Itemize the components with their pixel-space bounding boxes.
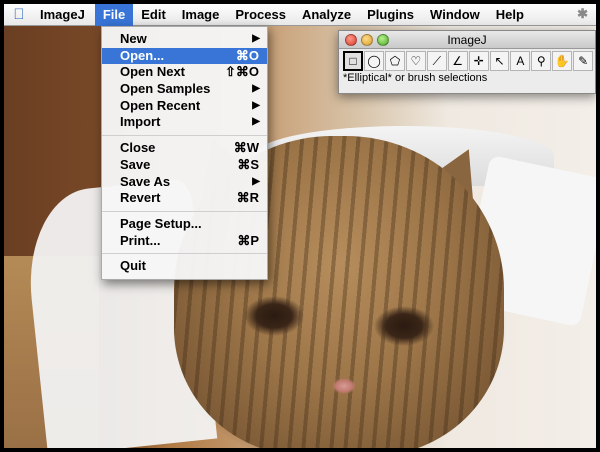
- imagej-toolbar-window: ImageJ □ ◯ ⬠ ♡ ⟋ ∠ ✛ ↖ A ⚲ ✋ ✎ *Elliptic…: [338, 30, 596, 94]
- menu-item-print[interactable]: Print... ⌘P: [102, 233, 267, 250]
- scroll-tool-icon[interactable]: ✋: [552, 51, 573, 71]
- menu-image[interactable]: Image: [174, 4, 228, 26]
- menu-item-label: Close: [120, 140, 156, 156]
- menu-item-label: Save As: [120, 173, 171, 189]
- shortcut-label: ⌘R: [236, 190, 259, 206]
- submenu-arrow-icon: ▶: [252, 33, 260, 44]
- text-tool-icon[interactable]: A: [510, 51, 531, 71]
- shortcut-label: ⌘P: [237, 232, 259, 248]
- menu-process[interactable]: Process: [227, 4, 294, 26]
- menu-edit[interactable]: Edit: [133, 4, 174, 26]
- polygon-tool-icon[interactable]: ⬠: [385, 51, 405, 71]
- menu-item-label: Save: [120, 156, 151, 172]
- shortcut-label: ⌘S: [237, 156, 259, 172]
- menu-item-label: Open Samples: [120, 81, 211, 97]
- shortcut-label: ⌘O: [235, 47, 259, 63]
- window-title: ImageJ: [447, 33, 487, 47]
- menu-file[interactable]: File: [94, 4, 134, 26]
- minimize-window-icon[interactable]: [361, 34, 373, 46]
- menu-help[interactable]: Help: [488, 4, 532, 26]
- menu-item-label: Page Setup...: [120, 215, 202, 231]
- rectangle-tool-icon[interactable]: □: [343, 51, 364, 71]
- wand-tool-icon[interactable]: ↖: [489, 51, 510, 71]
- apple-icon[interactable]: : [4, 6, 34, 23]
- close-window-icon[interactable]: [345, 34, 357, 46]
- menu-item-label: Quit: [120, 258, 146, 274]
- zoom-window-icon[interactable]: [377, 34, 389, 46]
- app-menu[interactable]: ImageJ: [34, 4, 95, 26]
- dropper-tool-icon[interactable]: ✎: [573, 51, 594, 71]
- window-titlebar[interactable]: ImageJ: [339, 31, 595, 49]
- menu-item-quit[interactable]: Quit: [102, 258, 267, 275]
- menu-item-label: New: [120, 31, 147, 46]
- menu-item-label: Import: [120, 114, 161, 130]
- menu-item-label: Revert: [120, 190, 161, 206]
- menu-separator: [102, 135, 267, 137]
- menu-item-label: Print...: [120, 232, 161, 248]
- menu-item-open-samples[interactable]: Open Samples ▶: [102, 81, 267, 98]
- submenu-arrow-icon: ▶: [252, 175, 260, 187]
- oval-tool-icon[interactable]: ◯: [364, 51, 385, 71]
- menu-item-revert[interactable]: Revert ⌘R: [102, 190, 267, 207]
- menu-item-import[interactable]: Import ▶: [102, 114, 267, 131]
- menu-item-open[interactable]: Open... ⌘O: [102, 47, 267, 65]
- menu-plugins[interactable]: Plugins: [359, 4, 422, 26]
- submenu-arrow-icon: ▶: [252, 116, 260, 128]
- magnifier-tool-icon[interactable]: ⚲: [531, 51, 552, 71]
- angle-tool-icon[interactable]: ∠: [447, 51, 468, 71]
- bluetooth-icon[interactable]: ✱: [577, 6, 588, 22]
- menu-item-save[interactable]: Save ⌘S: [102, 157, 267, 174]
- menu-item-page-setup[interactable]: Page Setup...: [102, 216, 267, 233]
- shortcut-label: ⌘W: [233, 140, 259, 156]
- menu-analyze[interactable]: Analyze: [294, 4, 359, 26]
- menu-item-open-recent[interactable]: Open Recent ▶: [102, 98, 267, 115]
- screen-frame:  ImageJ File Edit Image Process Analyze…: [0, 0, 600, 452]
- menu-item-label: Open Recent: [120, 97, 201, 113]
- menu-separator: [102, 210, 267, 212]
- tool-palette: □ ◯ ⬠ ♡ ⟋ ∠ ✛ ↖ A ⚲ ✋ ✎: [339, 49, 595, 71]
- file-dropdown-menu: New ▶ Open... ⌘O Open Next ⇧⌘O Open Samp…: [101, 26, 268, 280]
- menu-item-open-next[interactable]: Open Next ⇧⌘O: [102, 64, 267, 81]
- submenu-arrow-icon: ▶: [252, 99, 260, 111]
- freehand-tool-icon[interactable]: ♡: [405, 51, 426, 71]
- menu-item-close[interactable]: Close ⌘W: [102, 140, 267, 157]
- shortcut-label: ⇧⌘O: [224, 64, 259, 80]
- submenu-arrow-icon: ▶: [252, 83, 260, 95]
- menu-window[interactable]: Window: [422, 4, 488, 26]
- status-bar: *Elliptical* or brush selections: [343, 72, 488, 84]
- menu-item-label: Open...: [120, 47, 165, 63]
- point-tool-icon[interactable]: ✛: [468, 51, 489, 71]
- menu-item-save-as[interactable]: Save As ▶: [102, 174, 267, 191]
- menu-bar:  ImageJ File Edit Image Process Analyze…: [4, 4, 596, 26]
- menu-item-label: Open Next: [120, 64, 186, 80]
- menu-item-new[interactable]: New ▶: [102, 31, 267, 48]
- menu-separator: [102, 253, 267, 255]
- line-tool-icon[interactable]: ⟋: [426, 51, 447, 71]
